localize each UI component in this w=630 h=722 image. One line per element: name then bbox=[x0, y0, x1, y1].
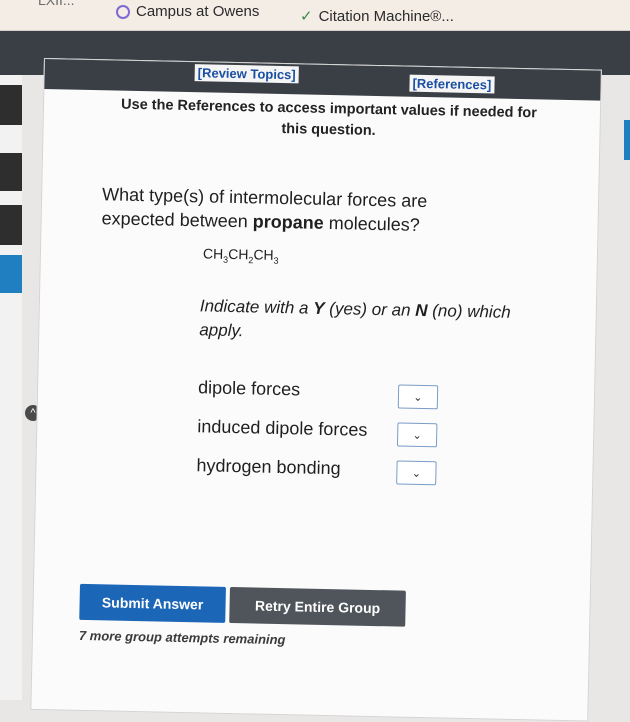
formula-sub: 3 bbox=[273, 255, 279, 266]
option-row-hydrogen: hydrogen bonding bbox=[196, 455, 341, 479]
chevron-down-icon: ⌄ bbox=[411, 467, 422, 480]
induced-dipole-select[interactable]: ⌄ bbox=[396, 422, 438, 448]
instruction-y: Y bbox=[313, 298, 325, 318]
instructions-top: Use the References to access important v… bbox=[120, 96, 538, 139]
rail-tab[interactable] bbox=[0, 205, 22, 245]
instruction-n: N bbox=[415, 300, 428, 321]
bookmark-citation[interactable]: ✓ Citation Machine®... bbox=[300, 7, 454, 26]
chevron-down-icon: ⌄ bbox=[412, 429, 422, 442]
question-bold: propane bbox=[252, 211, 324, 233]
option-label: induced dipole forces bbox=[197, 416, 368, 440]
instruction-part: Indicate with a bbox=[199, 296, 314, 318]
right-side-tab[interactable] bbox=[624, 120, 630, 160]
formula-part: CH bbox=[202, 245, 224, 262]
question-text: What type(s) of intermolecular forces ar… bbox=[101, 182, 482, 238]
bookmark-partial[interactable]: LXII... bbox=[38, 0, 75, 8]
review-topics-link[interactable]: [Review Topics] bbox=[194, 64, 299, 84]
formula-part: CH bbox=[253, 246, 274, 263]
option-label: hydrogen bonding bbox=[196, 455, 341, 479]
dipole-forces-select[interactable]: ⌄ bbox=[397, 384, 439, 410]
rail-tab-active[interactable] bbox=[0, 255, 22, 293]
chevron-down-icon: ⌄ bbox=[413, 391, 423, 404]
question-suffix: molecules? bbox=[323, 212, 420, 235]
bookmark-campus[interactable]: Campus at Owens bbox=[116, 3, 259, 20]
left-rail bbox=[0, 75, 22, 700]
bookmark-circle-icon bbox=[116, 4, 130, 19]
option-row-induced: induced dipole forces bbox=[197, 416, 368, 441]
references-link[interactable]: [References] bbox=[409, 74, 495, 94]
rail-tab[interactable] bbox=[0, 85, 22, 125]
option-label: dipole forces bbox=[197, 377, 301, 400]
formula-part: CH bbox=[228, 245, 249, 263]
submit-answer-button[interactable]: Submit Answer bbox=[79, 583, 226, 623]
instruction-text: Indicate with a Y (yes) or an N (no) whi… bbox=[199, 294, 530, 349]
question-card: [Review Topics] [References] Use the Ref… bbox=[30, 58, 602, 722]
bookmark-campus-label: Campus at Owens bbox=[136, 3, 260, 20]
attempts-remaining: 7 more group attempts remaining bbox=[78, 627, 286, 648]
option-row-dipole: dipole forces bbox=[198, 377, 300, 400]
bookmark-citation-label: Citation Machine®... bbox=[318, 7, 454, 25]
hydrogen-bonding-select[interactable]: ⌄ bbox=[396, 460, 437, 486]
rail-tab[interactable] bbox=[0, 153, 22, 191]
citation-machine-icon: ✓ bbox=[300, 8, 313, 25]
bookmarks-bar: LXII... Campus at Owens ✓ Citation Machi… bbox=[0, 0, 630, 31]
chemical-formula: CH3CH2CH3 bbox=[203, 245, 279, 265]
instruction-part: (yes) or an bbox=[324, 298, 416, 320]
retry-group-button[interactable]: Retry Entire Group bbox=[229, 587, 406, 627]
